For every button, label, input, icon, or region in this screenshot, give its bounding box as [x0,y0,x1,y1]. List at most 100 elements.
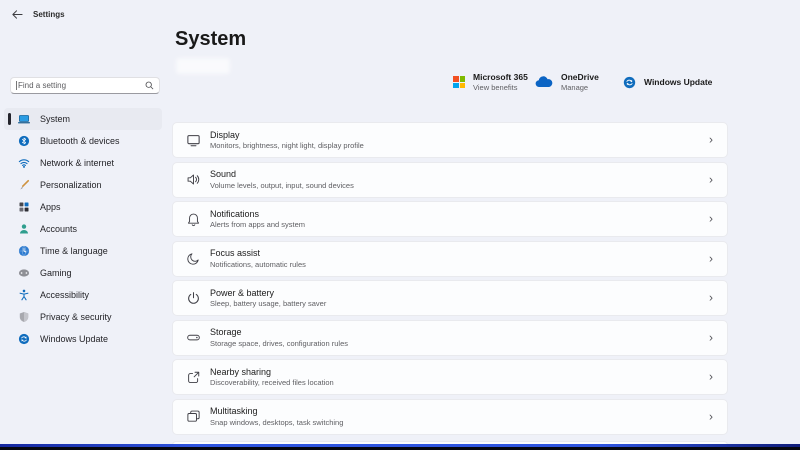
quick-card-title: Windows Update [644,77,713,87]
row-title: Storage [210,327,242,338]
search-icon[interactable] [145,81,154,90]
row-title: Notifications [210,208,260,219]
chevron-right-icon: › [709,171,713,186]
sidebar-nav: System Bluetooth & devices Network & int… [4,108,162,350]
ms-logo-blue [453,82,459,88]
row-notifications[interactable]: Notifications Alerts from apps and syste… [172,201,728,237]
sidebar-item-windows-update[interactable]: Windows Update [4,328,162,350]
quick-cards: Microsoft 365 View benefits OneDrive Man… [453,72,712,92]
nearby-sharing-icon [188,371,200,383]
power-icon [188,291,199,304]
back-arrow-icon [12,9,23,19]
row-title: Focus assist [210,248,261,259]
multitasking-icon [187,410,200,422]
sidebar-item-personalization[interactable]: Personalization [4,174,162,196]
row-multitasking[interactable]: Multitasking Snap windows, desktops, tas… [172,398,728,435]
display-icon [187,134,200,146]
chevron-right-icon: › [709,408,713,423]
row-sound[interactable]: Sound Volume levels, output, input, soun… [172,161,728,198]
personalization-icon [20,179,30,190]
microsoft-logo [453,76,465,88]
sidebar-item-label: Apps [40,202,61,212]
sidebar-item-label: Windows Update [40,334,109,344]
sidebar-item-accessibility[interactable]: Accessibility [4,284,162,306]
quick-card-title: Microsoft 365 [473,72,528,82]
sidebar-item-gaming[interactable]: Gaming [4,262,162,284]
screen-edge-black-bar [0,446,800,450]
sidebar-item-label: Personalization [40,180,102,190]
row-subtitle: Volume levels, output, input, sound devi… [210,180,354,190]
focus-assist-icon [187,253,199,265]
chevron-right-icon: › [709,369,713,384]
sidebar-item-label: Bluetooth & devices [40,136,120,146]
row-title: Display [210,129,240,140]
row-subtitle: Snap windows, desktops, task switching [210,417,344,427]
sidebar-item-label: Accessibility [40,290,90,300]
ms-logo-yellow [459,82,465,88]
selection-indicator [8,113,11,125]
ms-logo-red [453,76,459,82]
search-placeholder: Find a setting [18,81,67,90]
search-input[interactable]: Find a setting [10,77,160,94]
windows-update-icon [18,333,30,345]
row-subtitle: Monitors, brightness, night light, displ… [210,141,364,151]
sidebar-item-label: Privacy & security [40,312,112,322]
row-storage[interactable]: Storage Storage space, drives, configura… [172,319,728,356]
onedrive-card[interactable]: OneDrive Manage [535,72,617,92]
row-nearby-sharing[interactable]: Nearby sharing Discoverability, received… [172,359,728,395]
sidebar-item-privacy-security[interactable]: Privacy & security [4,306,162,328]
chevron-right-icon: › [709,211,713,226]
sidebar-item-network-internet[interactable]: Network & internet [4,152,162,174]
text-caret [16,81,17,90]
chevron-right-icon: › [709,290,713,305]
windows-update-icon [623,76,636,88]
sidebar-item-system[interactable]: System [4,108,162,130]
chevron-right-icon: › [709,132,713,147]
accessibility-icon [19,289,29,301]
accounts-icon [19,224,29,234]
row-focus-assist[interactable]: Focus assist Notifications, automatic ru… [172,240,728,277]
window-title: Settings [33,9,65,19]
privacy-security-icon [19,312,29,322]
chevron-right-icon: › [709,250,713,265]
sidebar-item-label: Network & internet [40,158,115,168]
quick-card-title: OneDrive [561,72,599,82]
quick-card-subtitle: View benefits [473,83,518,92]
row-title: Power & battery [210,287,275,298]
sidebar-item-label: System [40,114,71,124]
sidebar-item-time-language[interactable]: Time & language [4,240,162,262]
windows-update-card[interactable]: Windows Update [623,76,712,89]
sound-icon [187,174,200,185]
quick-card-subtitle: Manage [561,83,589,92]
onedrive-icon [535,76,553,87]
row-display[interactable]: Display Monitors, brightness, night ligh… [172,122,728,158]
row-subtitle: Storage space, drives, configuration rul… [210,338,348,348]
sidebar-item-label: Time & language [40,246,108,256]
settings-list: Display Monitors, brightness, night ligh… [172,122,728,438]
blurred-device-name [176,58,230,74]
row-subtitle: Alerts from apps and system [210,220,306,230]
sidebar-item-bluetooth-devices[interactable]: Bluetooth & devices [4,130,162,152]
time-language-icon [18,245,30,257]
row-title: Sound [210,169,237,180]
back-button[interactable] [10,7,24,21]
window-header: Settings [10,7,65,21]
notifications-icon [187,213,200,226]
row-subtitle: Notifications, automatic rules [210,259,306,269]
page-title: System [175,28,247,50]
network-icon [18,159,30,168]
sidebar-item-accounts[interactable]: Accounts [4,218,162,240]
sidebar-item-apps[interactable]: Apps [4,196,162,218]
chevron-right-icon: › [709,329,713,344]
gaming-icon [18,269,30,277]
row-subtitle: Discoverability, received files location [210,378,334,388]
apps-icon [19,202,29,212]
bluetooth-icon [18,135,30,147]
ms-logo-green [459,76,465,82]
sidebar-item-label: Gaming [40,268,72,278]
microsoft-365-card[interactable]: Microsoft 365 View benefits [453,72,530,92]
sidebar-item-label: Accounts [40,224,78,234]
row-power-battery[interactable]: Power & battery Sleep, battery usage, ba… [172,280,728,316]
storage-icon [187,334,200,341]
row-title: Nearby sharing [210,366,272,377]
